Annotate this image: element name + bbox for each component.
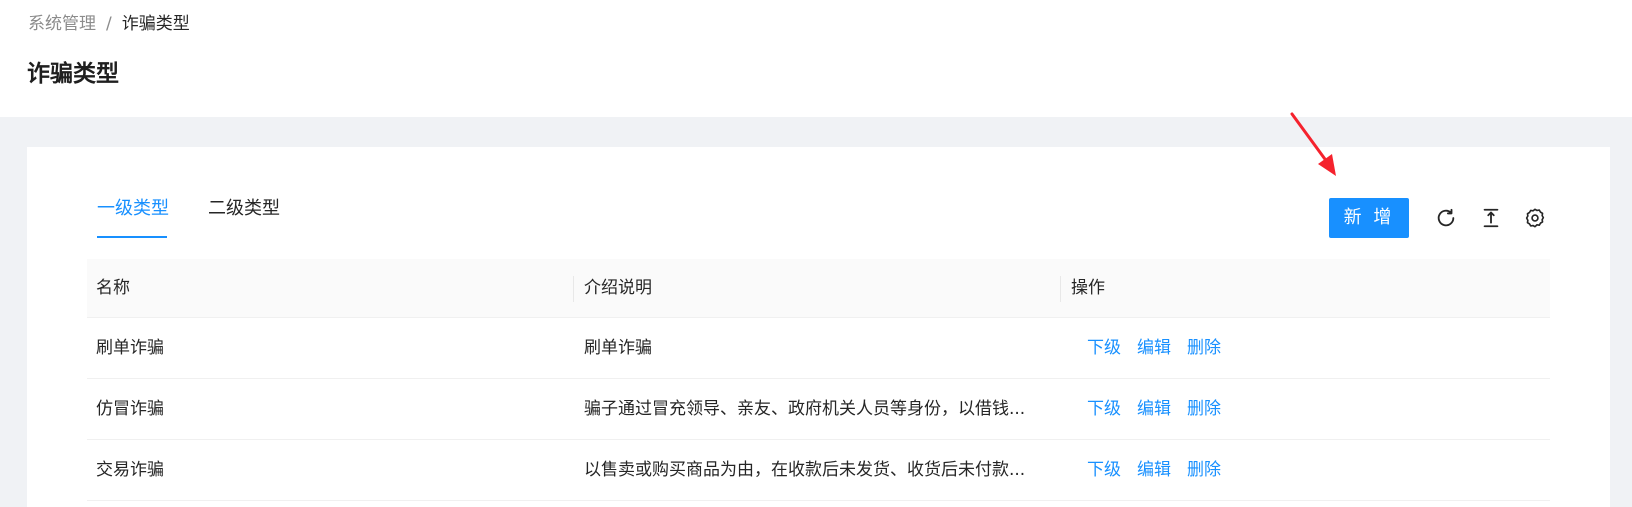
add-button[interactable]: 新 增 (1329, 198, 1409, 238)
column-divider (1060, 276, 1061, 302)
edit-link[interactable]: 编辑 (1137, 338, 1171, 358)
breadcrumb-separator: / (106, 14, 112, 34)
edit-link[interactable]: 编辑 (1137, 399, 1171, 419)
content-card: 一级类型 二级类型 新 增 名称 介绍说明 操作 刷单诈骗 刷单诈骗 下级 编辑… (27, 147, 1610, 507)
cell-description: 刷单诈骗 (584, 338, 652, 358)
cell-name: 刷单诈骗 (96, 338, 164, 358)
column-header-actions: 操作 (1071, 278, 1105, 298)
cell-description: 以售卖或购买商品为由，在收款后未发货、收货后未付款... (584, 460, 1026, 480)
column-header-description: 介绍说明 (584, 278, 652, 298)
page-header: 系统管理 / 诈骗类型 诈骗类型 (0, 0, 1632, 117)
cell-actions: 下级 编辑 删除 (1087, 318, 1237, 378)
table-row: 刷单诈骗 刷单诈骗 下级 编辑 删除 (87, 318, 1550, 379)
table-header: 名称 介绍说明 操作 (87, 259, 1550, 318)
delete-link[interactable]: 删除 (1187, 460, 1221, 480)
column-divider (573, 276, 574, 302)
column-header-name: 名称 (96, 278, 130, 298)
sub-level-link[interactable]: 下级 (1087, 338, 1121, 358)
sub-level-link[interactable]: 下级 (1087, 460, 1121, 480)
breadcrumb-item-system[interactable]: 系统管理 (28, 14, 96, 34)
delete-link[interactable]: 删除 (1187, 399, 1221, 419)
cell-description: 骗子通过冒充领导、亲友、政府机关人员等身份，以借钱... (584, 399, 1026, 419)
breadcrumb: 系统管理 / 诈骗类型 (28, 12, 190, 36)
edit-link[interactable]: 编辑 (1137, 460, 1171, 480)
reload-icon[interactable] (1435, 207, 1457, 229)
column-height-icon[interactable] (1480, 207, 1502, 229)
delete-link[interactable]: 删除 (1187, 338, 1221, 358)
sub-level-link[interactable]: 下级 (1087, 399, 1121, 419)
tab-active-indicator (97, 236, 167, 238)
cell-name: 交易诈骗 (96, 460, 164, 480)
table-row: 仿冒诈骗 骗子通过冒充领导、亲友、政府机关人员等身份，以借钱... 下级 编辑 删除 (87, 379, 1550, 440)
cell-name: 仿冒诈骗 (96, 399, 164, 419)
tab-level-one[interactable]: 一级类型 (97, 197, 169, 221)
cell-actions: 下级 编辑 删除 (1087, 440, 1237, 500)
type-table: 名称 介绍说明 操作 刷单诈骗 刷单诈骗 下级 编辑 删除 仿冒诈骗 骗子通过冒充领… (87, 259, 1550, 501)
cell-actions: 下级 编辑 删除 (1087, 379, 1237, 439)
breadcrumb-item-current: 诈骗类型 (121, 14, 190, 34)
page-title: 诈骗类型 (27, 61, 119, 87)
table-row: 交易诈骗 以售卖或购买商品为由，在收款后未发货、收货后未付款... 下级 编辑 删除 (87, 440, 1550, 501)
setting-icon[interactable] (1524, 207, 1546, 229)
annotation-arrow-icon (1290, 112, 1336, 176)
tab-level-two[interactable]: 二级类型 (208, 197, 280, 221)
